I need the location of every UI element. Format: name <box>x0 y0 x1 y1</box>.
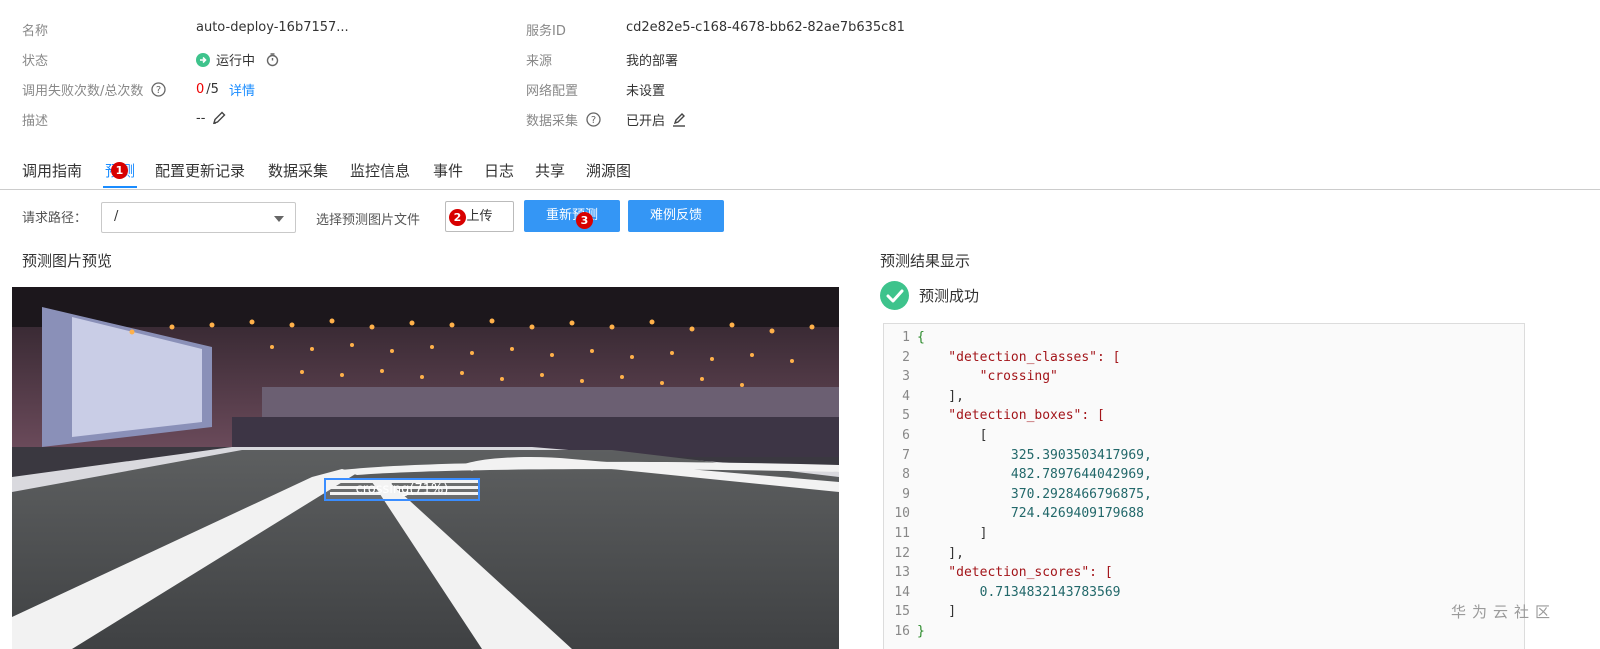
status-value-group: 运行中 <box>196 50 280 69</box>
tab-monitoring[interactable]: 监控信息 <box>350 161 410 188</box>
status-value: 运行中 <box>216 54 256 69</box>
repredict-button[interactable]: 重新预测 <box>524 200 620 232</box>
tab-bar: 调用指南 预测 配置更新记录 数据采集 监控信息 事件 日志 共享 溯源图 <box>0 157 1600 190</box>
fail-count-label-group: 调用失败次数/总次数 ? <box>22 80 167 99</box>
request-path-select[interactable]: / <box>101 202 296 233</box>
status-label: 状态 <box>22 54 49 69</box>
source-label: 来源 <box>526 54 553 69</box>
name-label: 名称 <box>22 24 49 39</box>
tab-call-guide[interactable]: 调用指南 <box>22 161 82 188</box>
source-value: 我的部署 <box>626 54 679 69</box>
detection-label: crossing(71%) <box>355 482 449 497</box>
request-path-value: / <box>114 209 119 224</box>
prediction-image-preview: crossing(71%) <box>12 287 839 649</box>
tab-events[interactable]: 事件 <box>433 161 463 188</box>
data-collect-value-group: 已开启 <box>626 110 687 129</box>
tab-logs[interactable]: 日志 <box>484 161 514 188</box>
running-status-icon <box>196 52 210 67</box>
preview-title: 预测图片预览 <box>22 252 113 270</box>
edit-sign-icon[interactable] <box>671 112 687 128</box>
step-badge-2: 2 <box>449 209 466 226</box>
result-title: 预测结果显示 <box>880 252 971 270</box>
request-path-label: 请求路径： <box>22 211 88 226</box>
network-value: 未设置 <box>626 84 666 99</box>
step-badge-3: 3 <box>576 212 593 229</box>
service-id-value: cd2e82e5-c168-4678-bb62-82ae7b635c81 <box>626 20 905 35</box>
detail-link[interactable]: 详情 <box>229 80 255 99</box>
description-label: 描述 <box>22 114 49 129</box>
description-value: -- <box>196 110 206 126</box>
caret-down-icon <box>274 216 284 222</box>
json-result-viewer[interactable]: 1{ 2 "detection_classes": [ 3 "crossing"… <box>883 323 1525 649</box>
data-collect-value: 已开启 <box>626 114 666 129</box>
description-value-group: -- <box>196 110 227 126</box>
svg-text:?: ? <box>156 85 161 96</box>
check-circle-icon <box>880 281 909 310</box>
tab-trace-graph[interactable]: 溯源图 <box>586 161 631 188</box>
detection-bounding-box: crossing(71%) <box>324 478 480 501</box>
service-id-label: 服务ID <box>526 24 566 39</box>
tab-config-history[interactable]: 配置更新记录 <box>155 161 245 188</box>
edit-pencil-icon[interactable] <box>211 110 227 126</box>
file-select-label: 选择预测图片文件 <box>316 213 421 228</box>
fail-count-label: 调用失败次数/总次数 <box>22 84 144 99</box>
hard-example-feedback-button[interactable]: 难例反馈 <box>628 200 724 232</box>
help-icon[interactable]: ? <box>151 82 167 97</box>
help-icon[interactable]: ? <box>586 112 601 127</box>
tab-data-collection[interactable]: 数据采集 <box>268 161 328 188</box>
network-label: 网络配置 <box>526 84 579 99</box>
total-count: /5 <box>206 82 219 97</box>
arena-scene-image <box>12 287 839 649</box>
service-info-panel: 名称 auto-deploy-16b7157... 状态 运行中 调用失败次数/… <box>0 0 1600 150</box>
tab-share[interactable]: 共享 <box>535 161 565 188</box>
fail-count-value-group: 0 /5 详情 <box>196 80 255 99</box>
watermark-text: 华为云社区 <box>1450 603 1556 621</box>
step-badge-1: 1 <box>111 162 128 179</box>
timer-icon[interactable] <box>265 52 280 67</box>
svg-text:?: ? <box>591 115 596 126</box>
fail-count: 0 <box>196 82 205 97</box>
prediction-status-text: 预测成功 <box>919 287 980 305</box>
data-collect-label-group: 数据采集 ? <box>526 110 601 129</box>
prediction-status: 预测成功 <box>880 281 979 310</box>
data-collect-label: 数据采集 <box>526 114 579 129</box>
name-value: auto-deploy-16b7157... <box>196 20 349 35</box>
